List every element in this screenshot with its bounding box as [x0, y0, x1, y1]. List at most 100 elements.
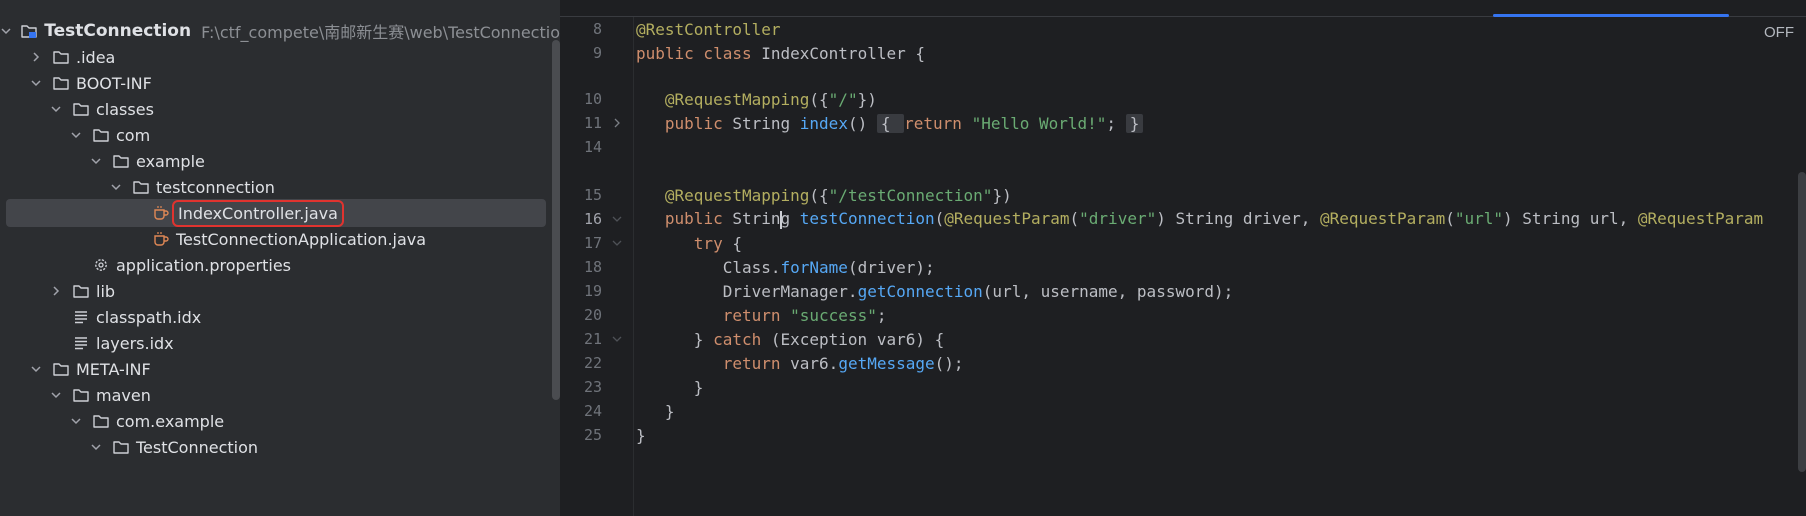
code-token: @RequestMapping: [664, 185, 810, 205]
code-token: "success": [790, 305, 877, 325]
fold-collapse-icon[interactable]: [602, 238, 632, 248]
code-token: Strin: [732, 209, 781, 229]
folder-icon: [72, 282, 90, 300]
code-token: index: [799, 113, 848, 133]
text-file-icon: [72, 334, 90, 352]
chevron-down-icon[interactable]: [48, 387, 64, 403]
code-text: public String testConnection(@RequestPar…: [636, 209, 1763, 229]
tree-item[interactable]: TestConnection: [0, 432, 560, 462]
chevron-down-icon[interactable]: [88, 439, 104, 455]
editor-scrollbar[interactable]: [1798, 172, 1806, 472]
code-line[interactable]: 14: [560, 134, 1806, 160]
code-line[interactable]: 18 Class.forName(driver);: [560, 254, 1806, 280]
code-token: public: [664, 209, 733, 229]
code-editor[interactable]: 8 @RestController 9 public class IndexContr…: [560, 0, 1806, 516]
code-text: }: [636, 377, 704, 397]
code-line[interactable]: 24 }: [560, 398, 1806, 424]
code-token: "/": [828, 89, 858, 109]
line-number: 9: [592, 44, 602, 62]
reader-mode-toggle[interactable]: OFF: [1764, 24, 1794, 41]
code-line[interactable]: 23 }: [560, 374, 1806, 400]
code-line[interactable]: 21 } catch (Exception var6) {: [560, 326, 1806, 352]
code-token: DriverManager.: [636, 281, 858, 301]
tree-scrollbar[interactable]: [552, 40, 560, 400]
tree-item-label: maven: [96, 385, 151, 405]
code-token: ) String driver,: [1156, 209, 1320, 229]
code-token: return: [722, 353, 791, 373]
code-token: var6.: [790, 353, 839, 373]
folded-region[interactable]: {: [876, 113, 905, 133]
fold-expand-icon[interactable]: [602, 118, 632, 128]
chevron-down-icon[interactable]: [48, 101, 64, 117]
folder-icon: [112, 152, 130, 170]
code-token: (: [934, 209, 945, 229]
code-line[interactable]: 20 return "success";: [560, 302, 1806, 328]
code-text: @RequestMapping({"/testConnection"}): [636, 186, 1012, 205]
code-token: ({: [809, 89, 829, 109]
tree-item-label: com.example: [116, 411, 225, 431]
chevron-right-icon[interactable]: [28, 49, 44, 65]
project-tree-panel: TestConnection F:\ctf_compete\南邮新生赛\web\T…: [0, 0, 560, 516]
fold-collapse-icon[interactable]: [602, 214, 632, 224]
line-number: 23: [583, 378, 602, 396]
code-text: @RestController: [636, 20, 781, 39]
code-text: return var6.getMessage();: [636, 354, 964, 373]
fold-collapse-icon[interactable]: [602, 334, 632, 344]
code-text: } catch (Exception var6) {: [636, 330, 944, 349]
code-text: return "success";: [636, 305, 887, 325]
code-token: }: [636, 377, 704, 397]
code-line[interactable]: 16 public String testConnection(@Request…: [560, 206, 1806, 232]
code-line[interactable]: 19 DriverManager.getConnection(url, user…: [560, 278, 1806, 304]
chevron-down-icon[interactable]: [68, 127, 84, 143]
code-token: (): [847, 113, 877, 133]
code-token: getConnection: [857, 281, 983, 301]
code-text: @RequestMapping({"/"}): [636, 90, 877, 109]
line-number: 11: [583, 114, 602, 132]
code-text: public class IndexController {: [636, 44, 925, 63]
code-line[interactable]: 9 public class IndexController {: [560, 40, 1806, 66]
code-line[interactable]: 10 @RequestMapping({"/"}): [560, 86, 1806, 112]
code-line[interactable]: 25}: [560, 422, 1806, 448]
code-token: try: [693, 233, 733, 253]
chevron-down-icon[interactable]: [0, 23, 12, 39]
folder-icon: [52, 360, 70, 378]
code-token: @RequestMapping: [664, 89, 810, 109]
tree-item-label: layers.idx: [96, 333, 174, 353]
tree-item-label: .idea: [76, 47, 116, 67]
tree-item-label: TestConnectionApplication.java: [176, 229, 427, 249]
chevron-down-icon[interactable]: [68, 413, 84, 429]
code-line[interactable]: 11 public String index() { return "Hello…: [560, 110, 1806, 136]
line-number: 22: [583, 354, 602, 372]
code-token: ({: [809, 185, 829, 205]
tree-item-label: META-INF: [76, 359, 151, 379]
code-token: public: [664, 113, 733, 133]
chevron-right-icon[interactable]: [48, 283, 64, 299]
folder-icon: [72, 100, 90, 118]
java-class-icon: [152, 204, 170, 222]
code-line[interactable]: 15 @RequestMapping({"/testConnection"}): [560, 182, 1806, 208]
settings-file-icon: [92, 256, 110, 274]
code-line[interactable]: 8 @RestController: [560, 16, 1806, 42]
folder-icon: [112, 438, 130, 456]
chevron-down-icon[interactable]: [108, 179, 124, 195]
chevron-down-icon[interactable]: [88, 153, 104, 169]
code-token: }: [636, 425, 646, 445]
code-token: "/testConnection": [828, 185, 993, 205]
code-line[interactable]: 17 try {: [560, 230, 1806, 256]
folded-region[interactable]: }: [1125, 113, 1144, 133]
folder-icon: [52, 48, 70, 66]
code-text: try {: [636, 234, 742, 253]
code-line[interactable]: 22 return var6.getMessage();: [560, 350, 1806, 376]
code-token: (: [1445, 209, 1455, 229]
code-token: }): [857, 89, 877, 109]
text-file-icon: [72, 308, 90, 326]
code-text: }: [636, 426, 646, 445]
chevron-down-icon[interactable]: [28, 75, 44, 91]
code-token: ;: [876, 305, 887, 325]
chevron-down-icon[interactable]: [28, 361, 44, 377]
code-line[interactable]: [560, 158, 1806, 184]
